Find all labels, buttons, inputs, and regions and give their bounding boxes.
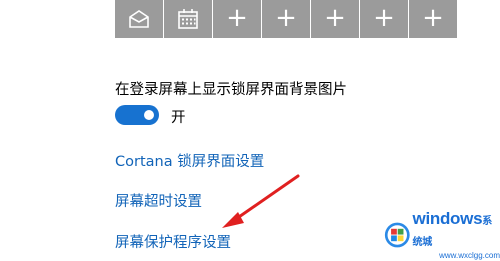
watermark-domain: www.wxclgg.com bbox=[439, 250, 500, 260]
plus-icon: + bbox=[422, 3, 444, 33]
watermark-brand-name: windows bbox=[412, 208, 483, 228]
watermark-brand: windows系统城 bbox=[412, 208, 500, 252]
cortana-lock-screen-settings-link[interactable]: Cortana 锁屏界面设置 bbox=[115, 150, 264, 171]
calendar-icon bbox=[178, 9, 198, 29]
plus-icon: + bbox=[324, 3, 346, 33]
toggle-state-label: 开 bbox=[171, 110, 186, 126]
quick-status-add-tile[interactable]: + bbox=[360, 0, 408, 38]
quick-status-add-tile[interactable]: + bbox=[213, 0, 261, 38]
plus-icon: + bbox=[275, 3, 297, 33]
windows-logo-icon bbox=[384, 222, 410, 248]
quick-status-add-tile[interactable]: + bbox=[262, 0, 310, 38]
plus-icon: + bbox=[226, 3, 248, 33]
lock-screen-background-heading: 在登录屏幕上显示锁屏界面背景图片 bbox=[115, 82, 347, 98]
screen-timeout-settings-link[interactable]: 屏幕超时设置 bbox=[115, 190, 202, 211]
plus-icon: + bbox=[373, 3, 395, 33]
quick-status-calendar-tile[interactable] bbox=[164, 0, 212, 38]
quick-status-mail-tile[interactable] bbox=[115, 0, 163, 38]
screen-saver-settings-link[interactable]: 屏幕保护程序设置 bbox=[115, 231, 231, 252]
watermark: windows系统城 www.wxclgg.com bbox=[384, 209, 500, 260]
quick-status-add-tile[interactable]: + bbox=[311, 0, 359, 38]
quick-status-apps: + + + + + bbox=[115, 0, 457, 38]
mail-icon bbox=[129, 10, 149, 28]
watermark-text: windows系统城 www.wxclgg.com bbox=[412, 208, 500, 261]
lock-screen-background-toggle[interactable] bbox=[115, 105, 159, 125]
quick-status-add-tile[interactable]: + bbox=[409, 0, 457, 38]
toggle-knob bbox=[144, 110, 154, 120]
